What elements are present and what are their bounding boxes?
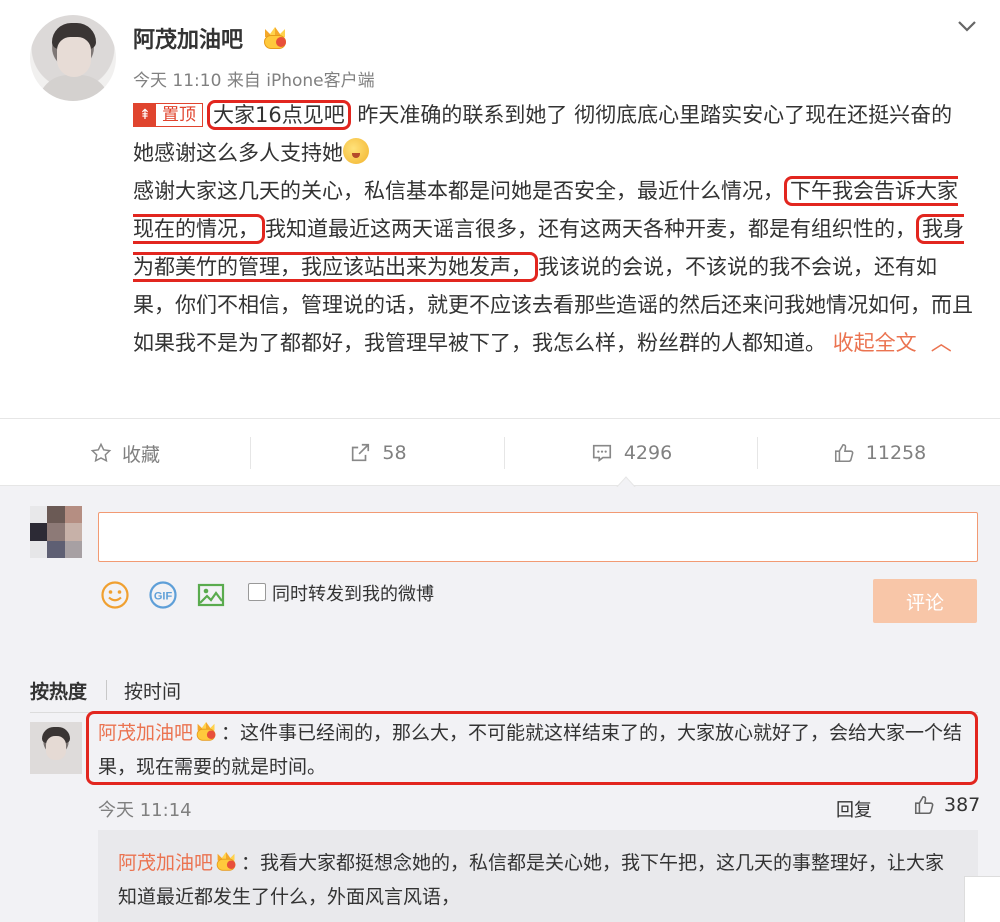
commenter-avatar[interactable] xyxy=(30,722,82,774)
post-body: ⇞ 置顶 大家16点见吧 昨天准确的联系到她了 彻彻底底心里踏实安心了现在还挺兴奋的… xyxy=(133,96,973,362)
post-action-bar: 收藏 58 4296 11258 xyxy=(0,418,1000,486)
chevron-down-icon[interactable] xyxy=(955,14,979,38)
comment-caret xyxy=(616,476,636,488)
scroll-corner xyxy=(964,876,1000,922)
pin-icon: ⇞ xyxy=(134,104,156,126)
post-meta: 今天 11:10 来自 iPhone客户端 xyxy=(133,66,375,91)
post-para-2a: 感谢大家这几天的关心，私信基本都是问她是否安全，最近什么情况， xyxy=(133,179,784,203)
pinned-label: 置顶 xyxy=(162,105,196,125)
gif-icon[interactable]: GIF xyxy=(148,580,178,610)
favorite-label: 收藏 xyxy=(121,443,160,466)
author-avatar[interactable] xyxy=(30,15,116,101)
repost-count: 58 xyxy=(382,442,407,464)
sort-by-time[interactable]: 按时间 xyxy=(124,677,181,704)
like-icon xyxy=(914,795,934,815)
comment-input[interactable] xyxy=(98,512,978,562)
image-icon[interactable] xyxy=(196,580,226,610)
sort-divider xyxy=(106,680,107,700)
comment-icon xyxy=(592,444,611,462)
comment-content: 阿茂加油吧 ：这件事已经闹的，那么大，不可能就这样结束了的，大家放心就好了，会给大… xyxy=(98,716,970,784)
vip-crown-icon xyxy=(262,27,288,49)
comment-count: 4296 xyxy=(623,442,673,464)
favorite-button[interactable]: 收藏 xyxy=(0,419,250,487)
smiley-icon[interactable] xyxy=(100,580,130,610)
comment-time: 今天 11:14 xyxy=(98,800,192,821)
sub-comment-username[interactable]: 阿茂加油吧 xyxy=(118,852,213,874)
post-source: 来自 iPhone客户端 xyxy=(226,71,375,91)
pinned-badge: ⇞ 置顶 xyxy=(133,103,203,127)
post-timestamp[interactable]: 今天 11:10 xyxy=(133,71,221,91)
collapse-link[interactable]: 收起全文 xyxy=(833,331,917,355)
reply-button[interactable]: 回复 xyxy=(836,796,872,822)
post-author-name[interactable]: 阿茂加油吧 xyxy=(133,22,243,54)
comment-text: ：这件事已经闹的，那么大，不可能就这样结束了的，大家放心就好了，会给大家一个结果… xyxy=(98,722,963,778)
comment-like-button[interactable]: 387 xyxy=(912,794,980,816)
submit-comment-button[interactable]: 评论 xyxy=(873,579,977,623)
repost-checkbox[interactable] xyxy=(248,583,266,601)
current-user-avatar[interactable] xyxy=(30,506,82,558)
like-count: 11258 xyxy=(865,442,927,464)
svg-text:GIF: GIF xyxy=(154,591,173,603)
star-icon xyxy=(90,442,112,463)
sub-comment-content: 阿茂加油吧 ：我看大家都挺想念她的，私信都是关心她，我下午把，这几天的事整理好，让… xyxy=(118,846,958,914)
sort-by-hot[interactable]: 按热度 xyxy=(30,677,87,704)
chevron-up-icon[interactable]: ︿ xyxy=(931,324,952,362)
like-icon xyxy=(834,443,854,463)
author-name-text[interactable]: 阿茂加油吧 xyxy=(133,28,243,53)
repost-icon xyxy=(352,443,370,462)
smile-emoji-icon xyxy=(343,138,369,164)
vip-crown-icon xyxy=(193,722,221,742)
repost-button[interactable]: 58 xyxy=(251,419,504,487)
like-button[interactable]: 11258 xyxy=(758,419,1000,487)
post-para-2b: 我知道最近这两天谣言很多，还有这两天各种开麦，都是有组织性的， xyxy=(265,217,916,241)
sub-comment-text: ：我看大家都挺想念她的，私信都是关心她，我下午把，这几天的事整理好，让大家知道最… xyxy=(118,852,945,908)
vip-crown-icon xyxy=(213,852,241,872)
repost-checkbox-label[interactable]: 同时转发到我的微博 xyxy=(272,580,434,606)
comment-like-count: 387 xyxy=(944,794,981,816)
comment-username[interactable]: 阿茂加油吧 xyxy=(98,722,193,744)
highlight-box-1: 大家16点见吧 xyxy=(207,100,351,130)
